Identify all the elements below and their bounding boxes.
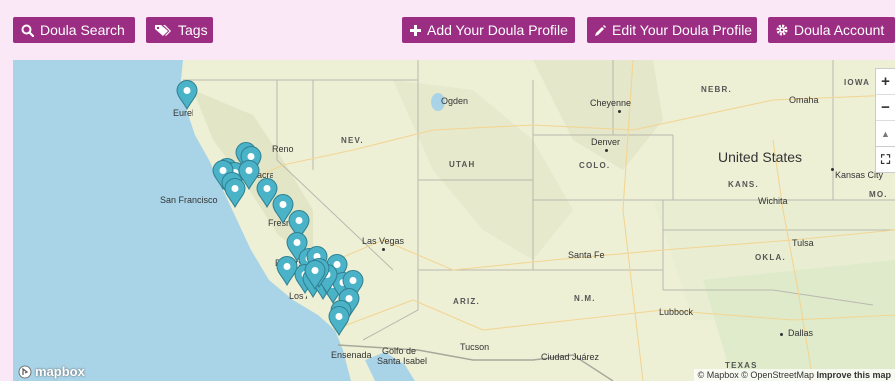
mapbox-logo-text: mapbox: [35, 364, 85, 379]
city-dot-dallas: [780, 333, 783, 336]
city-label-cheyenne: Cheyenne: [590, 98, 632, 108]
improve-map-link[interactable]: Improve this map: [816, 370, 891, 380]
state-label-utah: UTAH: [449, 160, 476, 169]
state-label-nev: NEV.: [341, 136, 364, 145]
state-label-iowa: IOWA: [844, 78, 871, 87]
state-label-nm: N.M.: [574, 294, 596, 303]
doula-marker[interactable]: [176, 80, 198, 110]
doula-map[interactable]: NEV. UTAH COLO. NEBR. KANS. OKLA. ARIZ. …: [13, 60, 895, 381]
doula-account-label: Doula Account: [794, 22, 885, 38]
city-label-reno: Reno: [272, 144, 294, 154]
mapbox-logo: mapbox: [18, 364, 85, 379]
add-profile-label: Add Your Doula Profile: [427, 22, 568, 38]
doula-marker[interactable]: [328, 306, 350, 336]
city-label-lubbock: Lubbock: [659, 307, 694, 317]
state-label-ariz: ARIZ.: [453, 297, 480, 306]
zoom-controls: + − ▲: [875, 68, 895, 147]
fullscreen-control: ⛶: [875, 146, 895, 173]
city-label-ciudad-juarez: Ciudad Juárez: [541, 352, 600, 362]
city-dot-las-vegas: [382, 248, 385, 251]
attribution-text[interactable]: © Mapbox © OpenStreetMap: [698, 370, 817, 380]
city-label-santa-fe: Santa Fe: [568, 250, 605, 260]
city-label-las-vegas: Las Vegas: [362, 236, 405, 246]
fullscreen-button[interactable]: ⛶: [876, 147, 895, 172]
pencil-icon: [595, 24, 606, 36]
country-label: United States: [718, 149, 803, 165]
add-profile-button[interactable]: Add Your Doula Profile: [402, 17, 575, 43]
map-attribution: © Mapbox © OpenStreetMap Improve this ma…: [693, 369, 895, 381]
state-label-colo: COLO.: [579, 161, 611, 170]
city-label-san-francisco: San Francisco: [160, 195, 218, 205]
state-label-kans: KANS.: [728, 180, 759, 189]
doula-search-label: Doula Search: [40, 22, 125, 38]
state-label-nebr: NEBR.: [701, 85, 732, 94]
city-label-tucson: Tucson: [460, 342, 490, 352]
city-label-golfo: Golfo de: [382, 346, 417, 356]
search-icon: [21, 24, 34, 37]
city-label-wichita: Wichita: [758, 196, 788, 206]
doula-marker[interactable]: [224, 178, 246, 208]
tags-icon: [155, 24, 171, 36]
zoom-out-button[interactable]: −: [876, 95, 895, 121]
tags-button[interactable]: Tags: [146, 17, 213, 43]
map-basemap: [13, 60, 895, 381]
city-dot-denver: [605, 149, 608, 152]
city-label-santa-isabel: Santa Isabel: [377, 356, 428, 366]
zoom-in-button[interactable]: +: [876, 69, 895, 95]
compass-button[interactable]: ▲: [876, 121, 895, 146]
gear-icon: [776, 24, 788, 36]
edit-profile-label: Edit Your Doula Profile: [612, 22, 753, 38]
city-label-ensenada: Ensenada: [331, 350, 372, 360]
state-label-okla: OKLA.: [755, 253, 786, 262]
tags-label: Tags: [178, 22, 208, 38]
mapbox-icon: [18, 365, 32, 378]
city-label-tulsa: Tulsa: [792, 238, 814, 248]
city-label-dallas: Dallas: [788, 328, 814, 338]
city-label-omaha: Omaha: [789, 95, 819, 105]
city-dot-cheyenne: [618, 110, 621, 113]
city-label-ogden: Ogden: [441, 96, 469, 106]
doula-account-button[interactable]: Doula Account: [768, 17, 895, 43]
edit-profile-button[interactable]: Edit Your Doula Profile: [587, 17, 757, 43]
doula-marker[interactable]: [304, 260, 326, 290]
city-dot-kansas-city: [831, 168, 834, 171]
plus-icon: [410, 24, 421, 36]
city-label-denver: Denver: [591, 137, 621, 147]
state-label-mo: MO.: [869, 190, 888, 199]
doula-search-button[interactable]: Doula Search: [13, 17, 135, 43]
